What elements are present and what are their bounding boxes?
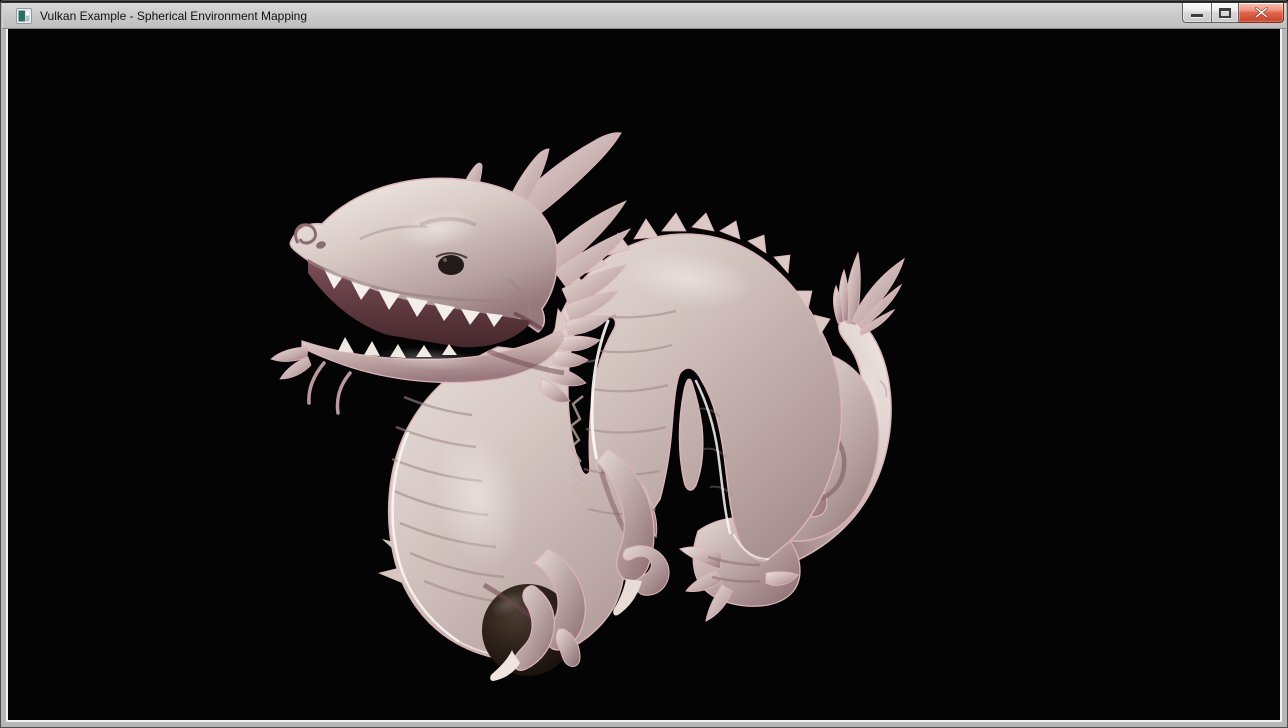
application-window: Vulkan Example - Spherical Environment M… <box>0 0 1288 728</box>
title-bar[interactable]: Vulkan Example - Spherical Environment M… <box>2 2 1286 29</box>
maximize-icon <box>1219 8 1231 18</box>
close-button[interactable] <box>1239 3 1284 23</box>
viewport-3d[interactable] <box>6 29 1282 722</box>
dragon-head <box>271 133 630 413</box>
dragon-render <box>8 29 1282 721</box>
minimize-button[interactable] <box>1182 3 1211 23</box>
maximize-button[interactable] <box>1211 3 1239 23</box>
caption-buttons <box>1182 3 1284 23</box>
minimize-icon <box>1191 14 1203 17</box>
application-window-icon <box>16 8 32 24</box>
window-title: Vulkan Example - Spherical Environment M… <box>40 2 307 29</box>
close-icon <box>1255 7 1268 18</box>
